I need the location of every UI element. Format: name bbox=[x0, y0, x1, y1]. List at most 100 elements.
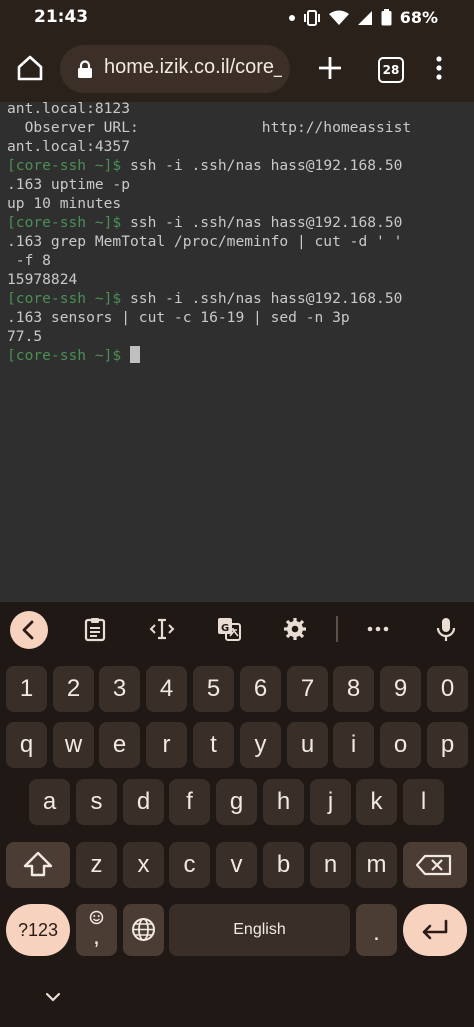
key-f[interactable]: f bbox=[169, 779, 210, 825]
terminal-output[interactable]: ant.local:8123 Observer URL: http://home… bbox=[0, 102, 474, 602]
key-e[interactable]: e bbox=[99, 722, 140, 768]
battery-icon bbox=[381, 9, 392, 26]
key-5[interactable]: 5 bbox=[193, 666, 234, 712]
key-w[interactable]: w bbox=[53, 722, 94, 768]
battery-percent: 68% bbox=[399, 8, 438, 27]
enter-arrow-icon bbox=[422, 919, 448, 940]
backspace-key[interactable] bbox=[403, 842, 467, 888]
vibrate-icon bbox=[303, 9, 320, 26]
browser-toolbar: home.izik.co.il/core_ 28 bbox=[0, 36, 474, 102]
shell-prompt: [core-ssh ~]$ bbox=[7, 214, 122, 231]
notification-dot-icon bbox=[288, 14, 295, 21]
key-d[interactable]: d bbox=[123, 779, 164, 825]
key-q[interactable]: q bbox=[6, 722, 47, 768]
plus-icon[interactable] bbox=[317, 55, 343, 81]
terminal-line: -f 8 bbox=[7, 252, 51, 269]
text-cursor bbox=[130, 346, 141, 363]
key-g[interactable]: g bbox=[216, 779, 257, 825]
terminal-line: ant.local:8123 bbox=[7, 102, 131, 117]
key-k[interactable]: k bbox=[356, 779, 397, 825]
clock: 21:43 bbox=[34, 7, 89, 27]
menu-icon[interactable] bbox=[431, 54, 447, 82]
settings-gear-icon[interactable] bbox=[282, 616, 308, 642]
key-8[interactable]: 8 bbox=[333, 666, 374, 712]
space-key[interactable]: English bbox=[169, 904, 350, 956]
terminal-line: ant.local:4357 bbox=[7, 138, 131, 155]
toolbar-divider bbox=[336, 616, 338, 642]
key-m[interactable]: m bbox=[356, 842, 397, 888]
terminal-line: .163 uptime -p bbox=[7, 176, 131, 193]
tab-switcher-button[interactable]: 28 bbox=[378, 57, 404, 83]
key-0[interactable]: 0 bbox=[427, 666, 468, 712]
svg-text:G: G bbox=[221, 623, 229, 634]
text-cursor-icon[interactable] bbox=[149, 616, 175, 642]
key-p[interactable]: p bbox=[427, 722, 468, 768]
key-3[interactable]: 3 bbox=[99, 666, 140, 712]
shell-prompt: [core-ssh ~]$ bbox=[7, 347, 122, 364]
globe-icon bbox=[132, 918, 155, 941]
shell-prompt: [core-ssh ~]$ bbox=[7, 157, 122, 174]
key-a[interactable]: a bbox=[29, 779, 70, 825]
key-4[interactable]: 4 bbox=[146, 666, 187, 712]
terminal-line: Observer URL: http://homeassist bbox=[7, 119, 412, 136]
terminal-line: [core-ssh ~]$ ssh -i .ssh/nas hass@192.1… bbox=[7, 290, 403, 307]
terminal-line: [core-ssh ~]$ ssh -i .ssh/nas hass@192.1… bbox=[7, 157, 403, 174]
translate-icon[interactable]: G bbox=[216, 616, 242, 642]
microphone-icon[interactable] bbox=[433, 616, 459, 642]
terminal-line: .163 sensors | cut -c 16-19 | sed -n 3p bbox=[7, 309, 350, 326]
address-bar[interactable]: home.izik.co.il/core_ bbox=[60, 45, 290, 93]
shift-key[interactable] bbox=[6, 842, 70, 888]
key-6[interactable]: 6 bbox=[240, 666, 281, 712]
soft-keyboard: G 1 2 3 4 5 6 7 8 9 0 q w e r t y u i o … bbox=[0, 602, 474, 1027]
key-b[interactable]: b bbox=[263, 842, 304, 888]
key-7[interactable]: 7 bbox=[287, 666, 328, 712]
emoji-comma-key[interactable]: , bbox=[76, 904, 117, 956]
key-u[interactable]: u bbox=[287, 722, 328, 768]
status-bar: 21:43 68% bbox=[0, 0, 474, 36]
terminal-line: 15978824 bbox=[7, 271, 78, 288]
tab-count: 28 bbox=[382, 63, 400, 77]
key-c[interactable]: c bbox=[169, 842, 210, 888]
key-2[interactable]: 2 bbox=[53, 666, 94, 712]
back-chevron-button[interactable] bbox=[10, 611, 48, 649]
enter-key[interactable] bbox=[403, 904, 467, 956]
comma-label: , bbox=[93, 923, 100, 950]
back-chevron-icon bbox=[22, 620, 34, 640]
key-j[interactable]: j bbox=[310, 779, 351, 825]
keyboard-toolbar: G bbox=[0, 602, 474, 658]
key-v[interactable]: v bbox=[216, 842, 257, 888]
status-icons: 68% bbox=[288, 8, 438, 27]
key-1[interactable]: 1 bbox=[6, 666, 47, 712]
terminal-line: 77.5 bbox=[7, 328, 43, 345]
more-icon[interactable] bbox=[365, 616, 391, 642]
symbols-key[interactable]: ?123 bbox=[6, 904, 70, 956]
shell-prompt: [core-ssh ~]$ bbox=[7, 290, 122, 307]
terminal-line: .163 grep MemTotal /proc/meminfo | cut -… bbox=[7, 233, 403, 250]
terminal-line: [core-ssh ~]$ ssh -i .ssh/nas hass@192.1… bbox=[7, 214, 403, 231]
key-n[interactable]: n bbox=[310, 842, 351, 888]
terminal-line: up 10 minutes bbox=[7, 195, 122, 212]
home-icon[interactable] bbox=[16, 54, 44, 82]
backspace-icon bbox=[415, 854, 452, 876]
key-r[interactable]: r bbox=[146, 722, 187, 768]
key-s[interactable]: s bbox=[76, 779, 117, 825]
clipboard-icon[interactable] bbox=[82, 616, 108, 642]
key-l[interactable]: l bbox=[403, 779, 444, 825]
key-h[interactable]: h bbox=[263, 779, 304, 825]
url-text[interactable]: home.izik.co.il/core_ bbox=[104, 56, 282, 79]
terminal-input-line[interactable]: [core-ssh ~]$ bbox=[7, 346, 141, 365]
wifi-icon bbox=[328, 10, 349, 25]
key-t[interactable]: t bbox=[193, 722, 234, 768]
key-i[interactable]: i bbox=[333, 722, 374, 768]
hide-keyboard-chevron-icon[interactable] bbox=[44, 990, 62, 1004]
key-9[interactable]: 9 bbox=[380, 666, 421, 712]
lock-icon[interactable] bbox=[76, 60, 94, 78]
signal-icon bbox=[357, 10, 372, 25]
key-o[interactable]: o bbox=[380, 722, 421, 768]
key-z[interactable]: z bbox=[76, 842, 117, 888]
shift-arrow-icon bbox=[23, 851, 53, 877]
language-key[interactable] bbox=[123, 904, 164, 956]
key-x[interactable]: x bbox=[123, 842, 164, 888]
period-key[interactable]: . bbox=[356, 904, 397, 956]
key-y[interactable]: y bbox=[240, 722, 281, 768]
